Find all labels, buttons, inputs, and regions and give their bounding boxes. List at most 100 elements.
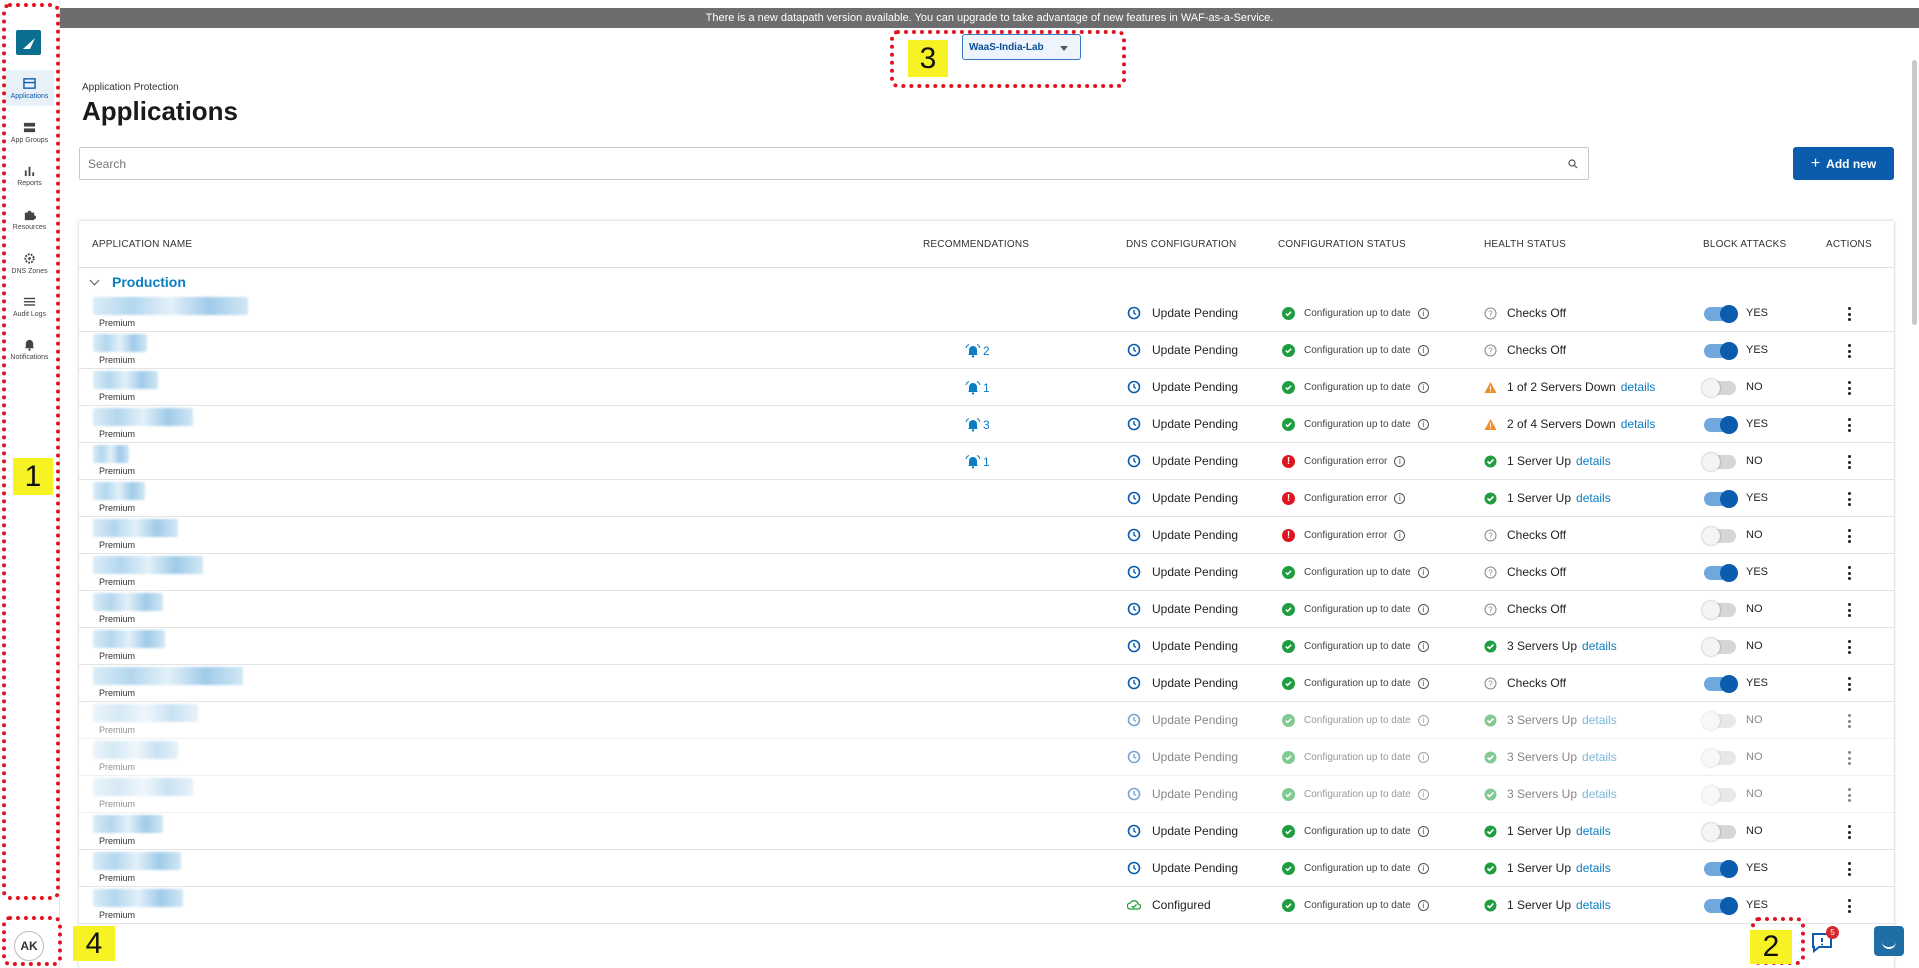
table-row[interactable]: Premium 2 Update Pending Configuration u… bbox=[79, 332, 1894, 369]
recommendations-cell[interactable]: 3 bbox=[965, 418, 990, 432]
app-name-redacted[interactable] bbox=[93, 519, 178, 537]
more-actions-icon[interactable] bbox=[1844, 378, 1854, 398]
block-attacks-toggle[interactable] bbox=[1702, 712, 1736, 730]
table-row[interactable]: Premium Update Pending Configuration up … bbox=[79, 628, 1894, 665]
more-actions-icon[interactable] bbox=[1844, 822, 1854, 842]
app-name-redacted[interactable] bbox=[93, 334, 147, 352]
app-name-redacted[interactable] bbox=[93, 371, 158, 389]
health-details-link[interactable]: details bbox=[1576, 824, 1611, 838]
sidebar-item-reports[interactable]: Reports bbox=[5, 157, 54, 193]
more-actions-icon[interactable] bbox=[1844, 896, 1854, 916]
help-chat-button[interactable] bbox=[1874, 926, 1904, 956]
table-row[interactable]: Premium Configured Configuration up to d… bbox=[79, 887, 1894, 924]
more-actions-icon[interactable] bbox=[1844, 600, 1854, 620]
block-attacks-toggle[interactable] bbox=[1702, 527, 1736, 545]
app-name-redacted[interactable] bbox=[93, 704, 198, 722]
table-row[interactable]: Premium Update Pending Configuration up … bbox=[79, 554, 1894, 591]
info-icon[interactable]: i bbox=[1417, 604, 1429, 615]
table-row[interactable]: Premium 3 Update Pending Configuration u… bbox=[79, 406, 1894, 443]
info-icon[interactable]: i bbox=[1417, 382, 1429, 393]
info-icon[interactable]: i bbox=[1417, 826, 1429, 837]
block-attacks-toggle[interactable] bbox=[1704, 305, 1738, 323]
app-name-redacted[interactable] bbox=[93, 667, 243, 685]
more-actions-icon[interactable] bbox=[1844, 415, 1854, 435]
app-name-redacted[interactable] bbox=[93, 445, 129, 463]
app-name-redacted[interactable] bbox=[93, 593, 163, 611]
sidebar-item-audit-logs[interactable]: Audit Logs bbox=[5, 288, 54, 324]
health-details-link[interactable]: details bbox=[1576, 898, 1611, 912]
info-icon[interactable]: i bbox=[1394, 456, 1406, 467]
info-icon[interactable]: i bbox=[1417, 308, 1429, 319]
table-row[interactable]: Premium Update Pending Configuration up … bbox=[79, 591, 1894, 628]
more-actions-icon[interactable] bbox=[1844, 341, 1854, 361]
more-actions-icon[interactable] bbox=[1844, 304, 1854, 324]
info-icon[interactable]: i bbox=[1417, 863, 1429, 874]
app-name-redacted[interactable] bbox=[93, 852, 181, 870]
recommendations-cell[interactable]: 1 bbox=[965, 381, 990, 395]
page-scrollbar[interactable] bbox=[1912, 60, 1917, 325]
app-name-redacted[interactable] bbox=[93, 630, 165, 648]
block-attacks-toggle[interactable] bbox=[1702, 638, 1736, 656]
block-attacks-toggle[interactable] bbox=[1704, 897, 1738, 915]
recommendations-cell[interactable]: 1 bbox=[965, 455, 990, 469]
app-name-redacted[interactable] bbox=[93, 297, 248, 315]
account-selector[interactable]: WaaS-India-Lab bbox=[962, 34, 1081, 60]
more-actions-icon[interactable] bbox=[1844, 563, 1854, 583]
block-attacks-toggle[interactable] bbox=[1702, 749, 1736, 767]
table-row[interactable]: Premium Update Pending Configuration up … bbox=[79, 739, 1894, 776]
app-name-redacted[interactable] bbox=[93, 408, 193, 426]
block-attacks-toggle[interactable] bbox=[1702, 379, 1736, 397]
brand-logo[interactable] bbox=[16, 30, 41, 55]
block-attacks-toggle[interactable] bbox=[1704, 860, 1738, 878]
info-icon[interactable]: i bbox=[1417, 641, 1429, 652]
health-details-link[interactable]: details bbox=[1576, 454, 1611, 468]
table-row[interactable]: Premium Update Pending ! Configuration er… bbox=[79, 480, 1894, 517]
more-actions-icon[interactable] bbox=[1844, 859, 1854, 879]
group-production[interactable]: Production bbox=[79, 271, 1894, 293]
info-icon[interactable]: i bbox=[1417, 715, 1429, 726]
more-actions-icon[interactable] bbox=[1844, 637, 1854, 657]
health-details-link[interactable]: details bbox=[1621, 380, 1656, 394]
more-actions-icon[interactable] bbox=[1844, 674, 1854, 694]
sidebar-item-dns-zones[interactable]: DNS Zones bbox=[5, 245, 54, 281]
health-details-link[interactable]: details bbox=[1582, 639, 1617, 653]
add-new-button[interactable]: + Add new bbox=[1793, 147, 1894, 180]
table-row[interactable]: Premium 1 Update Pending Configuration u… bbox=[79, 369, 1894, 406]
info-icon[interactable]: i bbox=[1417, 567, 1429, 578]
sidebar-item-resources[interactable]: Resources bbox=[5, 201, 54, 237]
health-details-link[interactable]: details bbox=[1576, 491, 1611, 505]
user-avatar[interactable]: AK bbox=[14, 931, 44, 961]
app-name-redacted[interactable] bbox=[93, 482, 145, 500]
health-details-link[interactable]: details bbox=[1582, 787, 1617, 801]
block-attacks-toggle[interactable] bbox=[1704, 564, 1738, 582]
more-actions-icon[interactable] bbox=[1844, 748, 1854, 768]
recommendations-cell[interactable]: 2 bbox=[965, 344, 990, 358]
info-icon[interactable]: i bbox=[1394, 493, 1406, 504]
info-icon[interactable]: i bbox=[1394, 530, 1406, 541]
more-actions-icon[interactable] bbox=[1844, 711, 1854, 731]
more-actions-icon[interactable] bbox=[1844, 452, 1854, 472]
app-name-redacted[interactable] bbox=[93, 815, 163, 833]
chevron-down-icon[interactable] bbox=[89, 275, 100, 286]
column-header-name[interactable]: APPLICATION NAME bbox=[92, 239, 192, 250]
block-attacks-toggle[interactable] bbox=[1702, 823, 1736, 841]
table-row[interactable]: Premium Update Pending ! Configuration er… bbox=[79, 517, 1894, 554]
table-row[interactable]: Premium Update Pending Configuration up … bbox=[79, 850, 1894, 887]
block-attacks-toggle[interactable] bbox=[1702, 453, 1736, 471]
app-name-redacted[interactable] bbox=[93, 778, 193, 796]
health-details-link[interactable]: details bbox=[1582, 750, 1617, 764]
app-name-redacted[interactable] bbox=[93, 556, 203, 574]
block-attacks-toggle[interactable] bbox=[1704, 675, 1738, 693]
search-input[interactable]: Search bbox=[79, 147, 1589, 180]
app-name-redacted[interactable] bbox=[93, 889, 183, 907]
app-name-redacted[interactable] bbox=[93, 741, 178, 759]
table-row[interactable]: Premium 1 Update Pending ! Configuration … bbox=[79, 443, 1894, 480]
health-details-link[interactable]: details bbox=[1582, 713, 1617, 727]
table-row[interactable]: Premium Update Pending Configuration up … bbox=[79, 702, 1894, 739]
block-attacks-toggle[interactable] bbox=[1702, 601, 1736, 619]
info-icon[interactable]: i bbox=[1417, 752, 1429, 763]
more-actions-icon[interactable] bbox=[1844, 526, 1854, 546]
table-row[interactable]: Premium Update Pending Configuration up … bbox=[79, 776, 1894, 813]
table-row[interactable]: Premium Update Pending Configuration up … bbox=[79, 665, 1894, 702]
info-icon[interactable]: i bbox=[1417, 789, 1429, 800]
